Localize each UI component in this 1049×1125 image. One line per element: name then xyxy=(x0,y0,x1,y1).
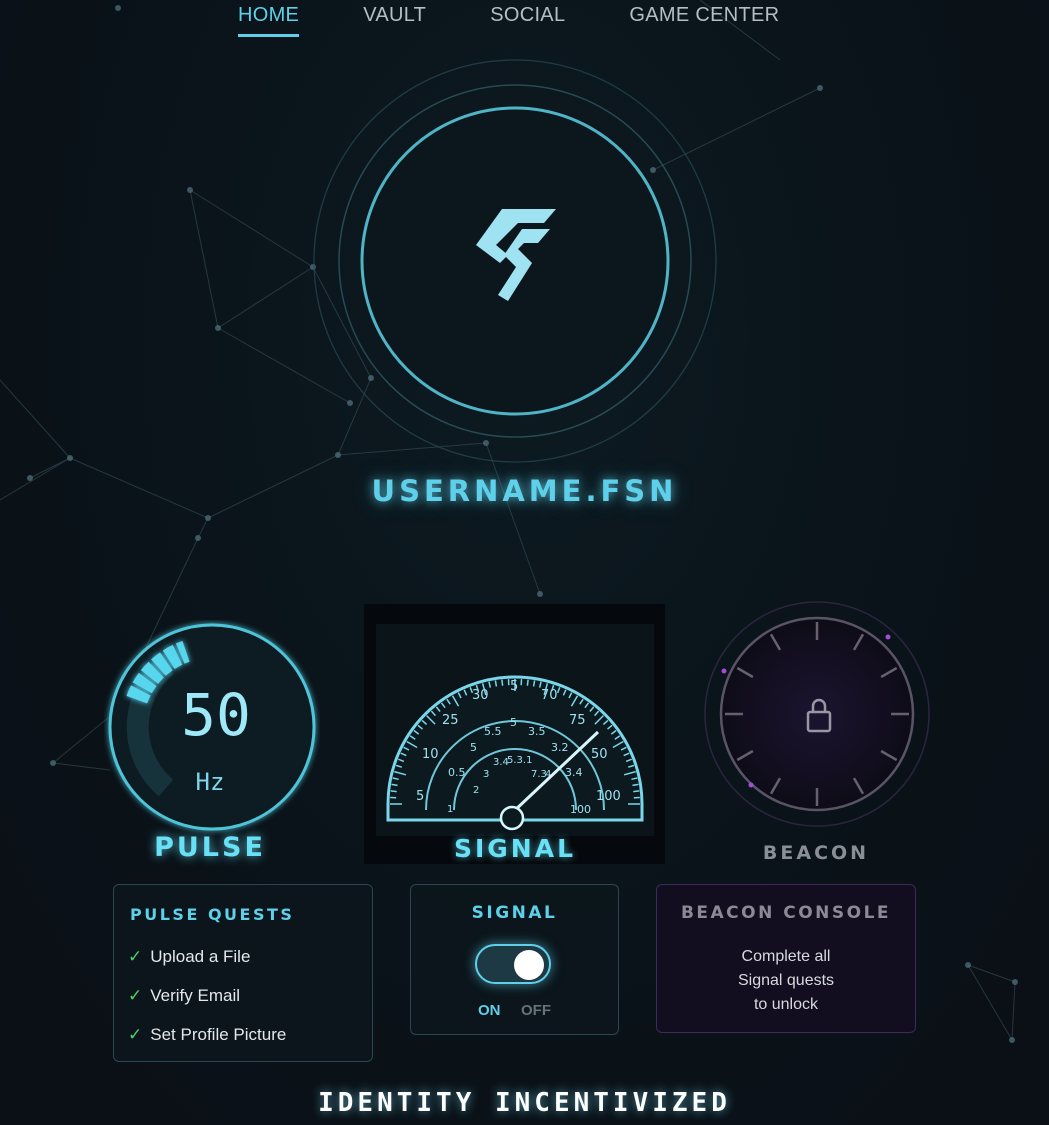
signal-gauge: 5 10 25 30 5 70 75 50 100 0.5 5 5.5 5 3.… xyxy=(376,624,654,836)
gauge-tick xyxy=(532,680,536,687)
pulse-gauge: 50 Hz xyxy=(108,623,316,831)
toggle-off-label[interactable]: OFF xyxy=(521,1002,551,1019)
beacon-console-title: BEACON CONSOLE xyxy=(680,903,892,923)
outer-tick-label: 5 xyxy=(416,789,424,804)
gauge-hub xyxy=(499,805,525,831)
outer-tick-label: 100 xyxy=(596,789,621,804)
top-nav: HOME VAULT SOCIAL GAME CENTER xyxy=(238,0,779,40)
inner-tick-label: 2 xyxy=(473,785,479,796)
beacon-console-panel: BEACON CONSOLE Complete all Signal quest… xyxy=(656,884,916,1033)
quest-item[interactable]: ✓ Upload a File xyxy=(128,947,250,967)
quest-label: Verify Email xyxy=(150,986,240,1005)
tagline: IDENTITY INCENTIVIZED xyxy=(318,1088,731,1118)
outer-tick-label: 50 xyxy=(591,747,608,762)
username: USERNAME.FSN xyxy=(371,474,678,508)
quest-label: Set Profile Picture xyxy=(150,1025,287,1044)
inner-tick-label: 1 xyxy=(447,804,453,815)
quest-item[interactable]: ✓ Verify Email xyxy=(128,986,240,1006)
gauge-tick xyxy=(494,680,498,687)
nav-home[interactable]: HOME xyxy=(238,0,300,37)
beacon-gauge xyxy=(704,601,930,827)
middle-tick-label: 5 xyxy=(470,741,477,754)
outer-tick-label: 10 xyxy=(422,747,439,762)
signal-panel: SIGNAL ON OFF xyxy=(410,884,619,1035)
inner-tick-label: 5.3.1 xyxy=(507,755,532,766)
nav-vault[interactable]: VAULT xyxy=(363,0,426,34)
pulse-label: PULSE xyxy=(154,832,266,863)
gauge-tick xyxy=(501,679,504,686)
outer-tick-label: 75 xyxy=(569,713,586,728)
quest-item[interactable]: ✓ Set Profile Picture xyxy=(128,1025,286,1045)
toggle-on-label[interactable]: ON xyxy=(478,1002,501,1019)
outer-tick-label: 25 xyxy=(442,713,459,728)
beacon-message-line: Complete all xyxy=(741,948,831,965)
check-icon: ✓ xyxy=(128,1025,143,1044)
middle-tick-label: 3.5 xyxy=(528,725,546,738)
signal-panel-title: SIGNAL xyxy=(471,903,558,923)
middle-tick-label: 3.2 xyxy=(551,741,569,754)
gauge-tick xyxy=(632,783,639,787)
quest-label: Upload a File xyxy=(150,947,251,966)
gauge-tick xyxy=(526,679,529,686)
middle-tick-label: 100 xyxy=(570,803,591,816)
pulse-quests-title: PULSE QUESTS xyxy=(130,905,295,924)
gauge-tick xyxy=(390,790,397,793)
middle-tick-label: 3.4 xyxy=(565,766,583,779)
middle-tick-label: 0.5 xyxy=(448,766,466,779)
check-icon: ✓ xyxy=(128,947,143,966)
nav-social[interactable]: SOCIAL xyxy=(490,0,565,34)
beacon-message-line: Signal quests xyxy=(737,972,835,989)
signal-label: SIGNAL xyxy=(453,834,577,863)
avatar-rings xyxy=(313,59,717,463)
gauge-tick xyxy=(391,783,398,787)
gauge-tick xyxy=(633,790,640,793)
inner-tick-label: 3 xyxy=(483,769,489,780)
outer-tick-label: 70 xyxy=(541,688,558,703)
middle-tick-label: 5.5 xyxy=(484,725,502,738)
pulse-quests-panel: PULSE QUESTS ✓ Upload a File ✓ Verify Emai… xyxy=(113,884,373,1062)
beacon-label: BEACON xyxy=(762,842,870,864)
nav-game-center[interactable]: GAME CENTER xyxy=(629,0,779,34)
pulse-unit: Hz xyxy=(196,768,225,796)
signal-toggle[interactable] xyxy=(475,944,551,984)
beacon-message-line: to unlock xyxy=(753,996,819,1013)
outer-tick-label: 30 xyxy=(472,688,489,703)
toggle-knob xyxy=(514,950,544,980)
pulse-value: 50 xyxy=(181,681,251,749)
check-icon: ✓ xyxy=(128,986,143,1005)
beacon-console-message: Complete all Signal quests to unlock xyxy=(657,945,915,1017)
middle-tick-label: 5 xyxy=(510,716,517,729)
outer-tick-label: 5 xyxy=(510,679,518,694)
